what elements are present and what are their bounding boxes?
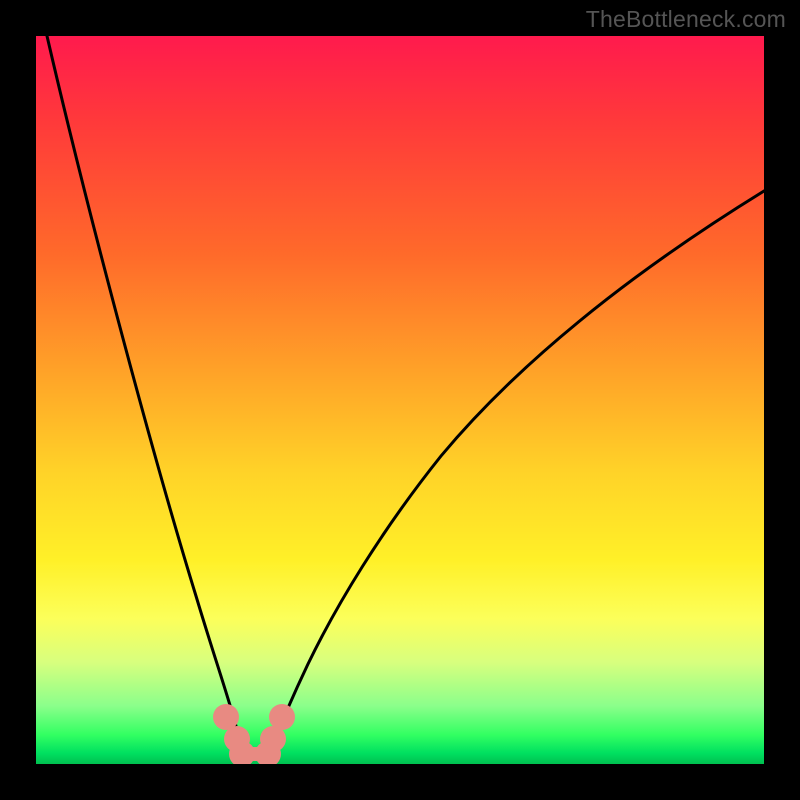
curve-left: [47, 36, 244, 754]
chart-frame: TheBottleneck.com: [0, 0, 800, 800]
curve-right: [269, 191, 764, 754]
curve-layer: [36, 36, 764, 764]
marker-right-upper: [269, 704, 295, 730]
marker-left-upper: [213, 704, 239, 730]
plot-area: [36, 36, 764, 764]
watermark-text: TheBottleneck.com: [586, 6, 786, 33]
